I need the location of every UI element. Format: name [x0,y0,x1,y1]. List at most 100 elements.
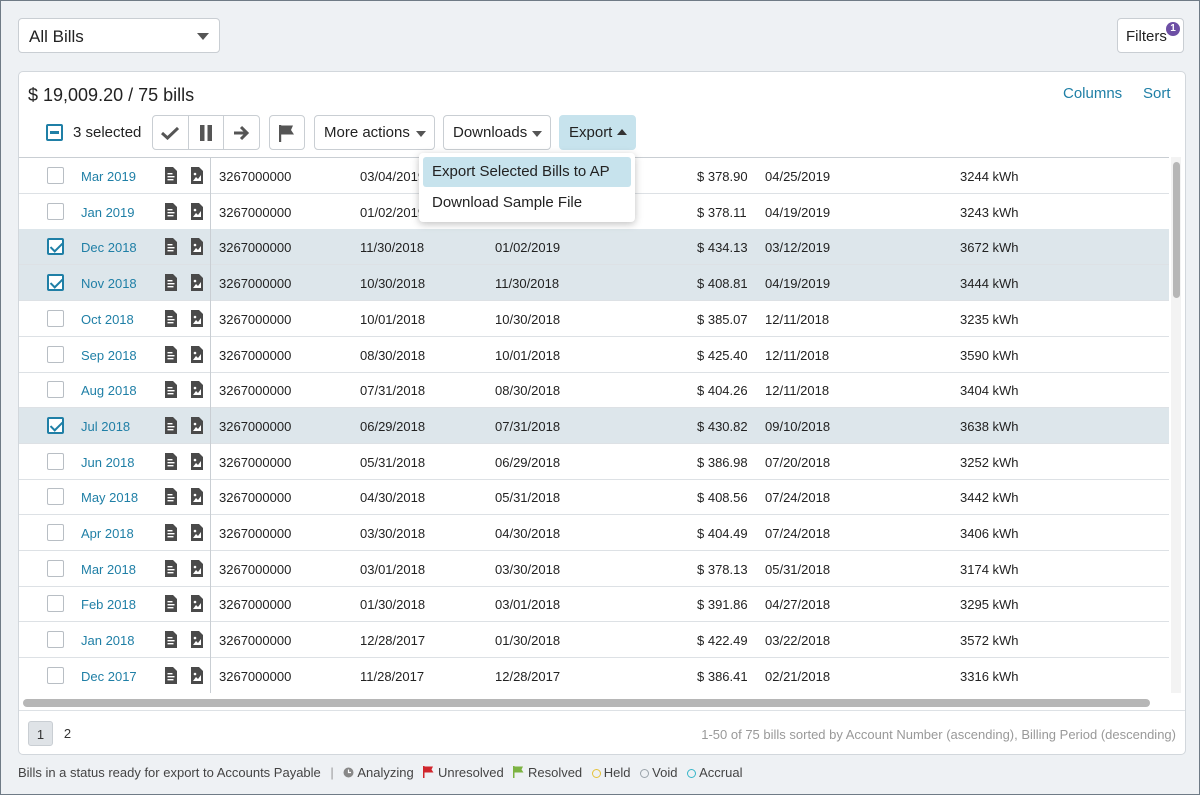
row-checkbox[interactable] [47,345,64,363]
view-bill-image-button[interactable] [190,416,204,437]
view-bill-button[interactable] [164,167,178,187]
select-all-checkbox[interactable] [46,124,63,141]
view-bill-button[interactable] [164,631,178,651]
view-bill-image-button[interactable] [190,345,204,366]
view-bill-image-button[interactable] [190,666,204,687]
view-bill-button[interactable] [164,666,178,687]
columns-link[interactable]: Columns [1063,85,1122,102]
view-bill-button[interactable] [164,488,178,508]
billing-period-link[interactable]: Jan 2018 [81,633,135,648]
view-bill-image-button[interactable] [190,452,204,473]
view-bill-button[interactable] [164,309,178,330]
row-checkbox[interactable] [47,309,64,327]
table-row[interactable]: Apr 2018 3267000000 03/30/2018 04/30/2018 $ … [19,515,1169,551]
download-sample-file-item[interactable]: Download Sample File [423,188,631,218]
view-bill-button[interactable] [164,238,178,258]
approve-button[interactable] [153,116,189,149]
hold-button[interactable] [189,116,225,149]
billing-period-link[interactable]: Feb 2018 [81,597,136,612]
row-checkbox[interactable] [47,631,64,649]
flag-button[interactable] [269,115,305,150]
view-bill-button[interactable] [164,274,178,294]
end-date: 08/30/2018 [495,383,561,399]
table-row[interactable]: Feb 2018 3267000000 01/30/2018 03/01/2018 $ … [19,586,1169,623]
view-bill-image-button[interactable] [190,488,204,508]
view-bill-button[interactable] [164,416,178,437]
page-button-2[interactable]: 2 [55,721,80,746]
downloads-button[interactable]: Downloads [443,115,551,150]
view-bill-button[interactable] [164,202,178,223]
view-bill-image-button[interactable] [190,238,204,258]
billing-period-link[interactable]: Jun 2018 [81,455,135,470]
table-row[interactable]: Nov 2018 3267000000 10/30/2018 11/30/2018 $ … [19,265,1169,302]
row-checkbox[interactable] [47,559,64,577]
row-checkbox[interactable] [47,381,64,399]
view-bill-image-button[interactable] [190,309,204,330]
table-row[interactable]: Sep 2018 3267000000 08/30/2018 10/01/2018 $ … [19,337,1169,373]
billing-period-link[interactable]: Sep 2018 [81,348,137,363]
export-button[interactable]: Export [559,115,636,150]
sort-link[interactable]: Sort [1143,85,1171,102]
table-row[interactable]: Jan 2018 3267000000 12/28/2017 01/30/2018 $ … [19,622,1169,659]
table-row[interactable]: Jul 2018 3267000000 06/29/2018 07/31/2018 $ … [19,407,1169,444]
view-bill-image-button[interactable] [190,167,204,187]
view-bill-image-button[interactable] [190,202,204,223]
billing-period-link[interactable]: Jan 2019 [81,205,135,220]
view-bill-image-button[interactable] [190,631,204,651]
page-button-1[interactable]: 1 [28,721,53,746]
row-checkbox[interactable] [47,167,64,184]
view-bill-button[interactable] [164,559,178,580]
legend-analyzing: Analyzing [343,765,414,780]
bills-filter-select[interactable]: All Bills [18,18,220,53]
billing-period-link[interactable]: Oct 2018 [81,312,134,327]
view-bill-button[interactable] [164,452,178,473]
view-bill-image-button[interactable] [190,381,204,401]
row-checkbox[interactable] [47,524,64,541]
forward-button[interactable] [224,116,259,149]
row-checkbox[interactable] [47,274,64,292]
billing-period-link[interactable]: Dec 2017 [81,669,137,684]
row-checkbox[interactable] [47,666,64,684]
view-bill-button[interactable] [164,381,178,401]
bill-document-icon [165,631,177,649]
table-row[interactable]: Oct 2018 3267000000 10/01/2018 10/30/2018 $ … [19,301,1169,337]
legend-unresolved: Unresolved [423,765,504,780]
filters-button[interactable]: Filters 1 [1117,18,1184,53]
billing-period-link[interactable]: Apr 2018 [81,526,134,541]
billing-period-link[interactable]: Mar 2018 [81,562,136,577]
billing-period-link[interactable]: Jul 2018 [81,419,130,434]
billing-period-link[interactable]: Nov 2018 [81,276,137,291]
view-bill-button[interactable] [164,595,178,615]
horizontal-scrollbar[interactable] [23,699,1150,707]
billing-period-link[interactable]: Mar 2019 [81,169,136,184]
view-bill-image-button[interactable] [190,559,204,580]
billing-period-link[interactable]: Dec 2018 [81,240,137,255]
row-checkbox[interactable] [47,452,64,470]
end-date: 05/31/2018 [495,490,561,506]
export-selected-bills-item[interactable]: Export Selected Bills to AP [423,157,631,187]
billing-period-link[interactable]: May 2018 [81,490,138,505]
view-bill-image-button[interactable] [190,524,204,544]
vertical-scroll-thumb[interactable] [1173,162,1180,298]
row-checkbox[interactable] [47,202,64,220]
view-bill-image-button[interactable] [190,274,204,294]
view-bill-button[interactable] [164,345,178,366]
row-checkbox[interactable] [47,595,64,613]
table-row[interactable]: Dec 2017 3267000000 11/28/2017 12/28/2017 $ … [19,658,1169,693]
view-bill-image-button[interactable] [190,595,204,615]
vertical-scrollbar[interactable] [1171,157,1181,693]
bill-image-icon [191,309,203,327]
row-checkbox[interactable] [47,416,64,434]
row-checkbox[interactable] [47,488,64,506]
table-row[interactable]: Aug 2018 3267000000 07/31/2018 08/30/2018 $ … [19,372,1169,409]
billing-period-link[interactable]: Aug 2018 [81,383,137,398]
view-bill-button[interactable] [164,524,178,544]
row-checkbox[interactable] [47,238,64,256]
table-row[interactable]: Mar 2018 3267000000 03/01/2018 03/30/2018 $ … [19,551,1169,587]
filters-label: Filters [1126,28,1167,45]
table-row[interactable]: May 2018 3267000000 04/30/2018 05/31/2018 $ … [19,479,1169,516]
table-row[interactable]: Dec 2018 3267000000 11/30/2018 01/02/2019 $ … [19,229,1169,266]
account-number: 3267000000 [219,526,292,541]
more-actions-button[interactable]: More actions [314,115,435,150]
table-row[interactable]: Jun 2018 3267000000 05/31/2018 06/29/2018 $ … [19,444,1169,480]
